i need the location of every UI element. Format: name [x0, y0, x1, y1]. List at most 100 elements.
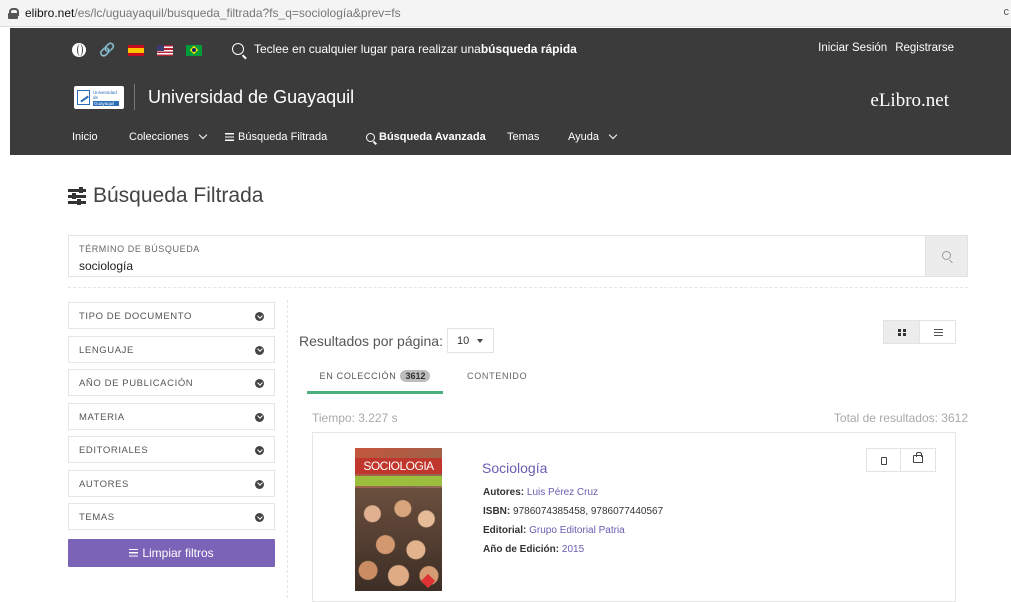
nav-inicio[interactable]: Inicio [72, 131, 98, 143]
nav-colecciones[interactable]: Colecciones [129, 130, 208, 143]
header-brand-row: Universidad de Guayaquil Universidad de G… [10, 72, 1011, 120]
search-term-label: TÉRMINO DE BÚSQUEDA [79, 244, 200, 254]
search-icon [942, 251, 951, 260]
nav-ayuda[interactable]: Ayuda [568, 130, 618, 143]
book-isbn-label: ISBN: [483, 506, 511, 517]
nav-busqueda-avanzada-label: Búsqueda Avanzada [379, 131, 486, 143]
book-cover[interactable]: SOCIOLOGIA [355, 448, 442, 591]
flag-usa-icon[interactable] [157, 44, 174, 56]
lock-icon [8, 7, 19, 19]
browser-address-bar[interactable]: elibro.net /es/lc/uguayaquil/busqueda_fi… [0, 0, 1011, 27]
chevron-down-icon [255, 379, 264, 388]
count-badge: 3612 [400, 369, 431, 382]
filter-panel: TIPO DE DOCUMENTO LENGUAJE AÑO DE PUBLIC… [68, 302, 275, 537]
chevron-down-icon [255, 412, 264, 422]
filter-label: TEMAS [79, 512, 115, 523]
filter-temas[interactable]: TEMAS [68, 503, 275, 530]
site-header: 🔗 Teclee en cualquier lugar para realiza… [10, 28, 1011, 155]
book-cover-title: SOCIOLOGIA [355, 458, 442, 474]
search-term-field[interactable]: TÉRMINO DE BÚSQUEDA sociología [68, 235, 925, 277]
nav-busqueda-avanzada[interactable]: Búsqueda Avanzada [366, 131, 486, 143]
chevron-down-icon [255, 345, 264, 355]
brand-divider [134, 84, 135, 110]
chevron-down-icon [255, 479, 264, 489]
grid-view-icon[interactable] [884, 321, 920, 343]
section-divider [68, 287, 968, 288]
column-divider [287, 300, 288, 598]
book-title-link[interactable]: Sociología [482, 460, 547, 476]
read-book-icon[interactable] [867, 449, 902, 471]
filter-sliders-icon [68, 187, 86, 205]
book-year: Año de Edición: 2015 [483, 544, 584, 555]
shelf-add-icon[interactable] [901, 449, 935, 471]
book-year-label: Año de Edición: [483, 544, 560, 555]
elibro-brand[interactable]: eLibro.net [870, 90, 949, 112]
book-publisher-link[interactable]: Grupo Editorial Patria [529, 525, 625, 536]
nav-temas[interactable]: Temas [507, 131, 539, 143]
filter-lenguaje[interactable]: LENGUAJE [68, 335, 275, 363]
book-publisher-label: Editorial: [483, 525, 527, 536]
caret-down-icon [477, 338, 484, 343]
filter-materia[interactable]: MATERIA [68, 402, 275, 430]
book-authors-link[interactable]: Luis Pérez Cruz [527, 487, 598, 498]
view-toggle [883, 320, 956, 344]
flag-spain-icon[interactable] [128, 44, 145, 56]
search-time: Tiempo: 3.227 s [312, 411, 398, 425]
filter-label: MATERIA [79, 411, 125, 423]
nav-busqueda-filtrada-label: Búsqueda Filtrada [238, 131, 328, 143]
book-authors-label: Autores: [483, 487, 525, 498]
url-host: elibro.net [25, 6, 75, 20]
header-top-row: 🔗 Teclee en cualquier lugar para realiza… [10, 28, 1011, 72]
university-logo-text: Universidad de Guayaquil [93, 90, 119, 106]
search-button[interactable] [925, 235, 968, 277]
university-name: Universidad de Guayaquil [148, 87, 355, 107]
filter-ano-publicacion[interactable]: AÑO DE PUBLICACIÓN [68, 369, 275, 396]
quick-search-hint[interactable]: Teclee en cualquier lugar para realizar … [232, 42, 577, 56]
list-view-icon[interactable] [920, 321, 955, 343]
book-publisher: Editorial: Grupo Editorial Patria [483, 525, 625, 536]
filter-label: TIPO DE DOCUMENTO [79, 311, 192, 322]
filter-label: LENGUAJE [79, 344, 134, 356]
flag-brazil-icon[interactable] [186, 44, 203, 56]
url-path: /es/lc/uguayaquil/busqueda_filtrada?fs_q… [74, 6, 401, 20]
filter-tipo-documento[interactable]: TIPO DE DOCUMENTO [68, 302, 275, 329]
search-icon [232, 43, 244, 55]
search-term-value[interactable]: sociología [79, 259, 133, 273]
address-bar-edge-glyph: c [1003, 6, 1010, 18]
login-link[interactable]: Iniciar Sesión [818, 42, 887, 54]
results-per-page-select[interactable]: 10 [447, 328, 494, 353]
nav-busqueda-filtrada[interactable]: Búsqueda Filtrada [225, 131, 327, 143]
filter-autores[interactable]: AUTORES [68, 469, 275, 497]
tab-en-coleccion[interactable]: EN COLECCIÓN 3612 [307, 360, 443, 394]
book-authors: Autores: Luis Pérez Cruz [483, 487, 598, 498]
chevron-down-icon [255, 446, 264, 455]
book-cover-stripe [355, 476, 442, 486]
filter-label: AÑO DE PUBLICACIÓN [79, 378, 194, 389]
result-card: SOCIOLOGIA Sociología Autores: Luis Pére… [312, 432, 956, 602]
clear-filters-label: Limpiar filtros [142, 546, 214, 560]
chevron-down-icon [608, 130, 618, 140]
page-title-text: Búsqueda Filtrada [93, 184, 264, 207]
chevron-down-icon [255, 513, 264, 522]
chevron-down-icon [198, 130, 208, 140]
results-per-page-value: 10 [457, 334, 470, 347]
filter-sliders-icon [129, 549, 139, 557]
university-logo[interactable]: Universidad de Guayaquil [74, 86, 124, 109]
auth-links: Iniciar Sesión Registrarse [818, 42, 954, 54]
chevron-down-icon [255, 312, 264, 321]
clear-filters-button[interactable]: Limpiar filtros [68, 539, 275, 567]
filter-label: EDITORIALES [79, 445, 149, 456]
book-isbn: ISBN: 9786074385458, 9786077440567 [483, 506, 663, 517]
total-results: Total de resultados: 3612 [833, 411, 968, 425]
filter-sliders-icon [225, 133, 234, 141]
tab-contenido[interactable]: CONTENIDO [467, 360, 527, 391]
filter-editoriales[interactable]: EDITORIALES [68, 436, 275, 463]
link-icon[interactable]: 🔗 [99, 42, 115, 58]
register-link[interactable]: Registrarse [895, 42, 954, 54]
globe-icon[interactable] [72, 43, 86, 57]
filter-label: AUTORES [79, 478, 129, 490]
tab-en-coleccion-label: EN COLECCIÓN [319, 370, 397, 381]
search-icon [366, 132, 375, 142]
results-per-page: Resultados por página: 10 [299, 328, 494, 353]
book-year-link[interactable]: 2015 [562, 544, 584, 555]
